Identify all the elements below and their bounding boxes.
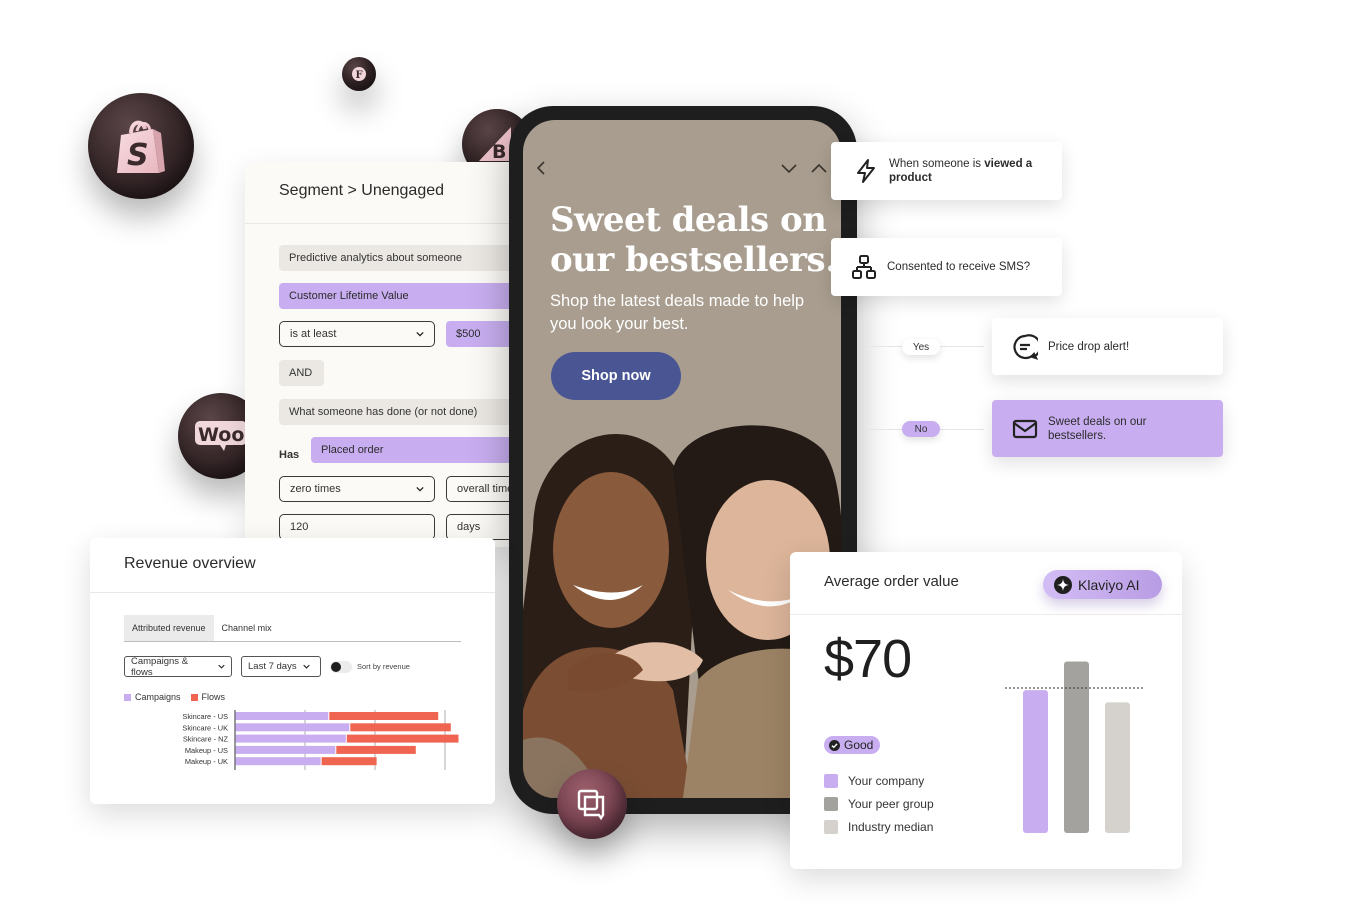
shop-now-button[interactable]: Shop now bbox=[551, 352, 681, 400]
envelope-icon bbox=[1012, 419, 1038, 438]
legend-swatch bbox=[124, 693, 131, 701]
chevron-down-icon bbox=[218, 664, 225, 669]
shopify-orb: S bbox=[88, 93, 194, 199]
hero-subtitle: Shop the latest deals made to help you l… bbox=[550, 292, 805, 333]
aov-title: Average order value bbox=[824, 573, 959, 590]
bar-your-peer-group bbox=[1064, 661, 1089, 833]
legend-your-company: Your company bbox=[824, 769, 934, 792]
legend-peer-group: Your peer group bbox=[824, 792, 934, 815]
svg-text:S: S bbox=[127, 138, 149, 173]
bar-industry-median bbox=[1105, 702, 1130, 833]
trigger-node[interactable]: When someone is viewed a product bbox=[831, 142, 1062, 200]
bar-flows bbox=[329, 712, 439, 720]
message-orb bbox=[557, 769, 627, 839]
toggle-knob bbox=[331, 662, 341, 672]
segment-title: Segment > Unengaged bbox=[279, 182, 445, 199]
bar-campaigns bbox=[235, 734, 346, 743]
legend-industry-median: Industry median bbox=[824, 815, 934, 838]
date-range-select[interactable]: Last 7 days bbox=[241, 656, 321, 677]
has-label: Has bbox=[279, 449, 300, 461]
woocommerce-icon: Woo bbox=[195, 421, 247, 451]
divider bbox=[90, 592, 495, 593]
bar-campaigns bbox=[235, 723, 350, 732]
legend-swatch bbox=[824, 796, 838, 811]
bar-campaigns bbox=[235, 712, 329, 720]
revenue-bar-chart: Skincare - US Skincare - UK Skincare - NZ M… bbox=[182, 710, 459, 770]
frequency-select[interactable]: zero times bbox=[279, 476, 435, 502]
shopify-icon: S bbox=[117, 120, 165, 173]
property-select[interactable]: Customer Lifetime Value bbox=[279, 283, 525, 309]
revenue-tabs: Attributed revenue Channel mix bbox=[124, 615, 461, 642]
divider bbox=[790, 614, 1182, 615]
condition-type-behavior[interactable]: What someone has done (or not done) bbox=[279, 399, 525, 425]
back-chevron-icon[interactable] bbox=[535, 160, 547, 176]
tab-channel-mix[interactable]: Channel mix bbox=[214, 615, 280, 641]
svg-text:F: F bbox=[356, 70, 363, 81]
split-node[interactable]: Consented to receive SMS? bbox=[831, 238, 1062, 296]
hero-headline: Sweet deals on our bestsellers. bbox=[550, 200, 837, 280]
bar-campaigns bbox=[235, 745, 336, 754]
legend-swatch bbox=[824, 773, 838, 788]
number-input[interactable]: 120 bbox=[279, 514, 435, 540]
lightning-icon bbox=[857, 159, 875, 183]
split-icon bbox=[852, 255, 876, 279]
klaviyo-ai-badge[interactable]: Klaviyo AI bbox=[1043, 570, 1162, 599]
revenue-legend: Campaigns Flows bbox=[124, 692, 225, 702]
aov-legend: Your company Your peer group Industry me… bbox=[824, 769, 934, 838]
no-branch-pill[interactable]: No bbox=[902, 421, 940, 437]
operator-select[interactable]: is at least bbox=[279, 321, 435, 347]
channel-filter-select[interactable]: Campaigns & flows bbox=[124, 656, 232, 678]
bar-flows bbox=[346, 734, 459, 743]
segment-card: Segment > Unengaged Predictive analytics… bbox=[245, 162, 525, 547]
trigger-text: When someone is viewed a product bbox=[889, 158, 1033, 184]
revenue-overview-card: Revenue overview Attributed revenue Chan… bbox=[90, 538, 495, 804]
divider bbox=[245, 223, 525, 224]
bar-campaigns bbox=[235, 757, 321, 766]
f-logo-icon: F bbox=[352, 67, 366, 81]
check-circle-icon bbox=[829, 739, 840, 751]
condition-type-predictive[interactable]: Predictive analytics about someone bbox=[279, 245, 525, 271]
svg-text:B: B bbox=[492, 141, 506, 163]
sms-action-node[interactable]: Price drop alert! bbox=[992, 318, 1223, 375]
message-stack-icon bbox=[577, 789, 605, 821]
tab-attributed-revenue[interactable]: Attributed revenue bbox=[124, 615, 214, 641]
category-label: Makeup - UK bbox=[185, 757, 228, 766]
chevron-up-icon[interactable] bbox=[810, 162, 828, 174]
category-label: Skincare - UK bbox=[182, 723, 228, 732]
bar-flows bbox=[350, 723, 451, 732]
svg-text:Woo: Woo bbox=[198, 424, 244, 446]
legend-swatch bbox=[824, 819, 838, 834]
bar-your-company bbox=[1023, 690, 1048, 833]
legend-campaigns: Campaigns bbox=[124, 692, 181, 702]
f-logo-orb: F bbox=[342, 57, 376, 91]
status-badge: Good bbox=[824, 736, 881, 754]
aov-value: $70 bbox=[824, 629, 912, 689]
chevron-down-icon bbox=[416, 331, 424, 337]
bar-flows bbox=[336, 745, 416, 754]
chevron-down-icon bbox=[302, 664, 310, 669]
legend-flows: Flows bbox=[190, 692, 225, 702]
chevron-down-icon[interactable] bbox=[780, 162, 798, 174]
revenue-title: Revenue overview bbox=[124, 555, 256, 572]
average-order-value-card: Average order value Klaviyo AI $70 Good … bbox=[790, 552, 1182, 869]
sort-by-revenue-label: Sort by revenue bbox=[357, 662, 410, 671]
and-joiner[interactable]: AND bbox=[279, 360, 324, 386]
sparkle-icon bbox=[1054, 575, 1072, 594]
aov-bar-chart bbox=[1005, 661, 1145, 833]
category-label: Skincare - US bbox=[182, 712, 228, 721]
category-label: Skincare - NZ bbox=[183, 735, 229, 744]
chat-bubble-icon bbox=[1013, 333, 1038, 360]
email-action-node[interactable]: Sweet deals on our bestsellers. bbox=[992, 400, 1223, 457]
flow-connector bbox=[864, 200, 866, 430]
yes-branch-pill[interactable]: Yes bbox=[902, 339, 940, 355]
category-label: Makeup - US bbox=[185, 746, 228, 755]
event-select[interactable]: Placed order bbox=[311, 437, 525, 463]
chevron-down-icon bbox=[416, 486, 424, 492]
legend-swatch bbox=[190, 693, 198, 701]
sort-by-revenue-toggle[interactable] bbox=[330, 661, 352, 673]
bar-flows bbox=[321, 757, 377, 766]
